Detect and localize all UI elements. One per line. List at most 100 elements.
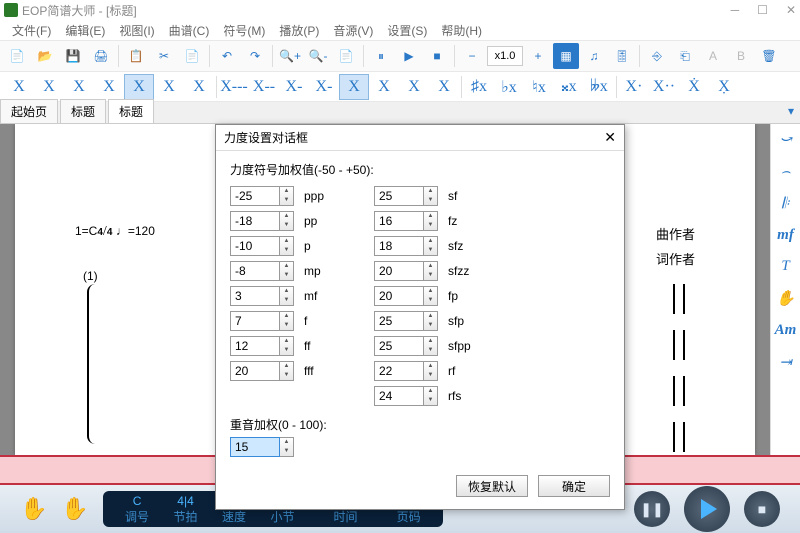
dyn-fz-input[interactable]: [374, 211, 424, 231]
dyn-ff-input[interactable]: [230, 336, 280, 356]
octave-down[interactable]: X̣: [709, 74, 739, 100]
accidental-2[interactable]: ♭x: [494, 74, 524, 100]
accidental-5[interactable]: 𝄫x: [584, 74, 614, 100]
new-icon[interactable]: 📄: [4, 43, 30, 69]
dyn-sfp-input[interactable]: [374, 311, 424, 331]
print-icon[interactable]: 🖨: [88, 43, 114, 69]
dyn-ppp-spinner[interactable]: ▲▼: [280, 186, 294, 206]
plus-icon[interactable]: +: [525, 43, 551, 69]
dyn-sfzz-spinner[interactable]: ▲▼: [424, 261, 438, 281]
note-x1[interactable]: X: [4, 74, 34, 100]
zoomout-icon[interactable]: 🔍-: [305, 43, 331, 69]
stop-icon[interactable]: ■: [424, 43, 450, 69]
menu-symbol[interactable]: 符号(M): [217, 22, 271, 39]
menu-play[interactable]: 播放(P): [273, 22, 325, 39]
transport-play-button[interactable]: [684, 486, 730, 532]
note-x3[interactable]: X: [64, 74, 94, 100]
close-button[interactable]: ✕: [786, 3, 796, 17]
dyn-sfz-input[interactable]: [374, 236, 424, 256]
dyn-sfpp-input[interactable]: [374, 336, 424, 356]
dot-2[interactable]: X··: [649, 74, 679, 100]
accidental-3[interactable]: ♮x: [524, 74, 554, 100]
panel1-icon[interactable]: ▦: [553, 43, 579, 69]
tab-title2[interactable]: 标题: [108, 99, 154, 123]
tool-text-icon[interactable]: T: [781, 258, 789, 275]
dyn-mp-input[interactable]: [230, 261, 280, 281]
maximize-button[interactable]: ☐: [757, 3, 768, 17]
dyn-pp-spinner[interactable]: ▲▼: [280, 211, 294, 231]
tab-title1[interactable]: 标题: [60, 99, 106, 123]
dyn-sfz-spinner[interactable]: ▲▼: [424, 236, 438, 256]
tab-start[interactable]: 起始页: [0, 99, 58, 123]
tool-a-icon[interactable]: ⎆: [644, 43, 670, 69]
tool-b-icon[interactable]: ⎗: [672, 43, 698, 69]
menu-file[interactable]: 文件(F): [6, 22, 57, 39]
tool-hand-icon[interactable]: ✋: [776, 289, 795, 308]
text-a-icon[interactable]: A: [700, 43, 726, 69]
dyn-sf-input[interactable]: [374, 186, 424, 206]
tool-tie-icon[interactable]: ⤻: [779, 130, 792, 149]
note-xd1[interactable]: X---: [219, 74, 249, 100]
dyn-rfs-spinner[interactable]: ▲▼: [424, 386, 438, 406]
tool-dynamics-icon[interactable]: mf: [777, 227, 794, 244]
tool-repeat-icon[interactable]: 𝄆: [782, 195, 789, 213]
text-b-icon[interactable]: B: [728, 43, 754, 69]
dyn-rfs-input[interactable]: [374, 386, 424, 406]
menu-score[interactable]: 曲谱(C): [163, 22, 216, 39]
mixer-icon[interactable]: 🎚: [609, 43, 635, 69]
accidental-4[interactable]: 𝄪x: [554, 74, 584, 100]
dyn-fp-spinner[interactable]: ▲▼: [424, 286, 438, 306]
note-xd6[interactable]: X: [369, 74, 399, 100]
open-icon[interactable]: 📂: [32, 43, 58, 69]
play-icon[interactable]: ▶: [396, 43, 422, 69]
dyn-f-input[interactable]: [230, 311, 280, 331]
dyn-rf-spinner[interactable]: ▲▼: [424, 361, 438, 381]
dyn-sfpp-spinner[interactable]: ▲▼: [424, 336, 438, 356]
copy-icon[interactable]: 📋: [123, 43, 149, 69]
dyn-pp-input[interactable]: [230, 211, 280, 231]
dyn-fff-spinner[interactable]: ▲▼: [280, 361, 294, 381]
eq-icon[interactable]: ♫: [581, 43, 607, 69]
menu-settings[interactable]: 设置(S): [381, 22, 433, 39]
dyn-rf-input[interactable]: [374, 361, 424, 381]
transport-stop-button[interactable]: ■: [744, 491, 780, 527]
heavy-input[interactable]: [230, 437, 280, 457]
dyn-sfp-spinner[interactable]: ▲▼: [424, 311, 438, 331]
note-x5[interactable]: X: [124, 74, 154, 100]
restore-button[interactable]: 恢复默认: [456, 475, 528, 497]
menu-sound[interactable]: 音源(V): [327, 22, 379, 39]
note-xd2[interactable]: X--: [249, 74, 279, 100]
delete-icon[interactable]: 🗑: [756, 43, 782, 69]
menu-help[interactable]: 帮助(H): [435, 22, 488, 39]
zoom-field[interactable]: [487, 46, 523, 66]
octave-up[interactable]: Ẋ: [679, 74, 709, 100]
heavy-spinner[interactable]: ▲▼: [280, 437, 294, 457]
note-x7[interactable]: X: [184, 74, 214, 100]
tabs-dropdown-icon[interactable]: ▾: [788, 104, 794, 118]
ok-button[interactable]: 确定: [538, 475, 610, 497]
minus-icon[interactable]: −: [459, 43, 485, 69]
dyn-ff-spinner[interactable]: ▲▼: [280, 336, 294, 356]
note-x6[interactable]: X: [154, 74, 184, 100]
dyn-fff-input[interactable]: [230, 361, 280, 381]
save-icon[interactable]: 💾: [60, 43, 86, 69]
pause-icon[interactable]: ⏸: [368, 43, 394, 69]
zoomin-icon[interactable]: 🔍+: [277, 43, 303, 69]
tool-slur-icon[interactable]: ⌢: [781, 163, 791, 181]
tool-chord-icon[interactable]: Am: [775, 322, 797, 339]
dyn-f-spinner[interactable]: ▲▼: [280, 311, 294, 331]
dialog-close-icon[interactable]: ✕: [604, 129, 616, 146]
accidental-1[interactable]: ♯x: [464, 74, 494, 100]
transport-pause-button[interactable]: ❚❚: [634, 491, 670, 527]
note-xd5[interactable]: X: [339, 74, 369, 100]
note-xd8[interactable]: X: [429, 74, 459, 100]
redo-icon[interactable]: ↷: [242, 43, 268, 69]
menu-edit[interactable]: 编辑(E): [59, 22, 111, 39]
note-xd3[interactable]: X-: [279, 74, 309, 100]
dyn-sfzz-input[interactable]: [374, 261, 424, 281]
undo-icon[interactable]: ↶: [214, 43, 240, 69]
menu-view[interactable]: 视图(I): [113, 22, 160, 39]
dyn-mf-spinner[interactable]: ▲▼: [280, 286, 294, 306]
dyn-p-spinner[interactable]: ▲▼: [280, 236, 294, 256]
dyn-ppp-input[interactable]: [230, 186, 280, 206]
